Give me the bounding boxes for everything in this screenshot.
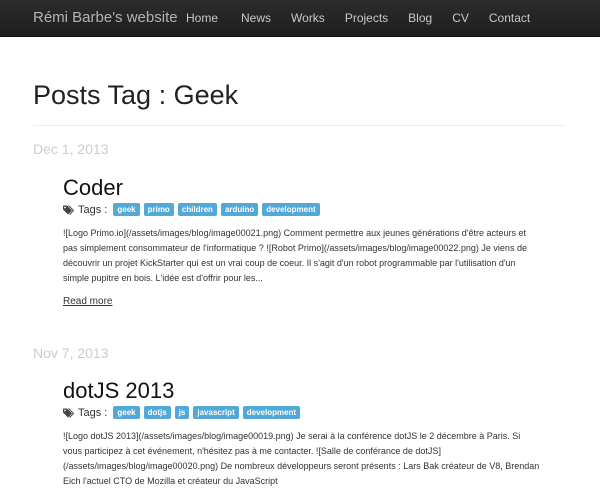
nav-item-news[interactable]: News	[231, 0, 281, 36]
tag-badge[interactable]: development	[262, 203, 320, 216]
post-title[interactable]: Coder	[63, 175, 541, 201]
tag-badge[interactable]: geek	[113, 203, 140, 216]
post: Coder Tags : geek primo children arduino…	[63, 175, 541, 309]
nav-menu: Home News Works Projects Blog CV Contact	[176, 0, 540, 36]
tag-badge[interactable]: children	[177, 203, 217, 216]
brand-link[interactable]: Rémi Barbe's website	[33, 9, 178, 26]
tags-label: Tags :	[78, 203, 108, 216]
tag-badge[interactable]: development	[242, 406, 301, 419]
tags-row: Tags : geek primo children arduino devel…	[63, 203, 541, 216]
nav-item-contact[interactable]: Contact	[479, 0, 540, 36]
tags-label: Tags :	[78, 406, 108, 419]
page-header: Posts Tag : Geek	[33, 79, 566, 126]
nav-item-works[interactable]: Works	[281, 0, 335, 36]
nav-item-home[interactable]: Home	[176, 0, 231, 36]
nav-item-blog[interactable]: Blog	[398, 0, 442, 36]
read-more-link[interactable]: Read more	[63, 296, 112, 307]
page-title: Posts Tag : Geek	[33, 80, 239, 110]
tag-badge[interactable]: geek	[113, 406, 140, 419]
tag-badge[interactable]: primo	[143, 203, 174, 216]
tag-badge[interactable]: js	[174, 406, 190, 419]
post-excerpt: ![Logo Primo.io](/assets/images/blog/ima…	[63, 228, 527, 283]
post: dotJS 2013 Tags : geek dotjs js javascri…	[63, 378, 541, 489]
post-date: Nov 7, 2013	[33, 345, 109, 361]
post-date: Dec 1, 2013	[33, 141, 109, 157]
post-excerpt: ![Logo dotJS 2013](/assets/images/blog/i…	[63, 431, 540, 486]
tags-icon	[63, 204, 75, 215]
tags-icon	[63, 407, 75, 418]
post-title[interactable]: dotJS 2013	[63, 378, 541, 404]
nav-item-projects[interactable]: Projects	[335, 0, 398, 36]
tag-badge[interactable]: dotjs	[143, 406, 171, 419]
tags-row: Tags : geek dotjs js javascript developm…	[63, 406, 541, 419]
tag-badge[interactable]: javascript	[193, 406, 239, 419]
tag-badge[interactable]: arduino	[220, 203, 259, 216]
nav-item-cv[interactable]: CV	[442, 0, 479, 36]
navbar: Rémi Barbe's website Home News Works Pro…	[0, 0, 600, 37]
